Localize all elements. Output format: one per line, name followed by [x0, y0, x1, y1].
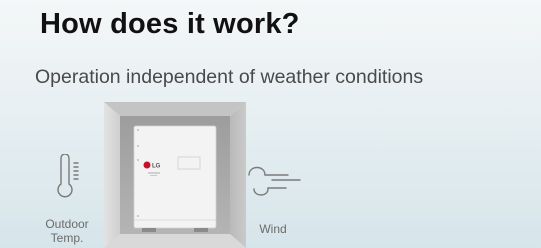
- lg-logo-icon: [143, 161, 151, 169]
- wind-label: Wind: [259, 222, 287, 236]
- page-subtitle: Operation independent of weather conditi…: [35, 66, 424, 88]
- outdoor-temp-label: Outdoor Temp.: [36, 217, 98, 245]
- unit-brand-label: LG: [152, 164, 161, 170]
- outdoor-unit: LG: [133, 125, 217, 232]
- page-title: How does it work?: [40, 8, 300, 40]
- outdoor-temp-label-line1: Outdoor: [45, 217, 89, 231]
- thermometer-icon: [57, 154, 79, 198]
- enclosure-right-wall: [230, 102, 246, 248]
- enclosure-left-wall: [104, 102, 120, 248]
- outdoor-unit-enclosure: LG: [104, 102, 246, 248]
- outdoor-temp-label-line2: Temp.: [50, 231, 84, 245]
- wind-icon: [248, 166, 301, 196]
